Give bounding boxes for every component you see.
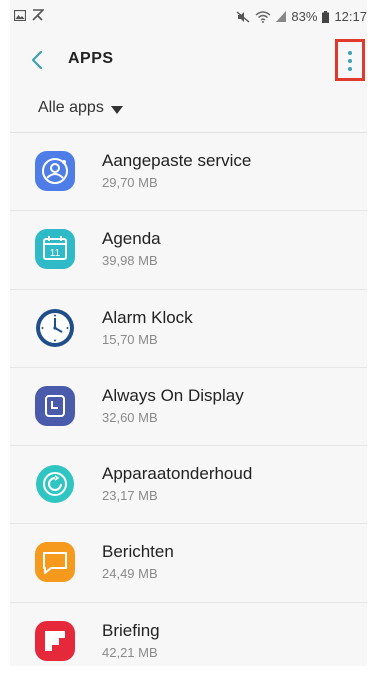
app-size: 23,17 MB bbox=[102, 488, 158, 504]
signal-icon bbox=[276, 11, 287, 22]
more-vert-dot bbox=[348, 59, 352, 63]
app-name: Berichten bbox=[102, 542, 174, 562]
app-size: 29,70 MB bbox=[102, 175, 158, 190]
app-name: Agenda bbox=[102, 229, 161, 249]
always-on-display-icon bbox=[35, 385, 75, 426]
dropdown-arrow-icon bbox=[111, 106, 123, 114]
list-item-aangepaste-service[interactable]: Aangepaste service 29,70 MB bbox=[10, 133, 367, 212]
app-name: Aangepaste service bbox=[102, 151, 252, 170]
custom-service-icon bbox=[35, 151, 75, 191]
wifi-icon bbox=[255, 10, 271, 23]
list-item-alarm-klock[interactable]: Alarm Klock 15,70 MB bbox=[10, 290, 367, 368]
list-item-always-on-display[interactable]: Always On Display 32,60 MB bbox=[10, 368, 367, 447]
more-vert-dot bbox=[348, 67, 352, 71]
app-size: 32,60 MB bbox=[102, 409, 158, 425]
cast-notification-icon bbox=[32, 9, 44, 21]
app-size: 39,98 MB bbox=[102, 253, 158, 269]
app-name: Apparaatonderhoud bbox=[102, 464, 253, 484]
more-options-button[interactable] bbox=[335, 39, 365, 81]
calendar-icon: 11 bbox=[35, 229, 75, 270]
list-item-briefing[interactable]: Briefing 42,21 MB bbox=[10, 603, 367, 680]
app-filter-dropdown[interactable]: Alle apps bbox=[10, 86, 367, 133]
list-item-berichten[interactable]: Berichten 24,49 MB bbox=[10, 524, 367, 603]
app-name: Always On Display bbox=[102, 385, 244, 405]
app-size: 42,21 MB bbox=[102, 644, 158, 660]
briefing-icon bbox=[35, 620, 75, 661]
app-bar: APPS bbox=[10, 34, 367, 86]
clock-icon bbox=[36, 308, 74, 347]
more-vert-icon bbox=[348, 51, 352, 55]
image-notification-icon bbox=[14, 9, 26, 21]
phone-screen: 83% 12:17 APPS Alle apps Aangepaste serv… bbox=[10, 0, 367, 666]
page-title: APPS bbox=[68, 50, 114, 67]
app-name: Briefing bbox=[102, 620, 160, 640]
device-care-icon bbox=[36, 465, 74, 504]
messages-icon bbox=[35, 542, 75, 583]
back-arrow-icon[interactable] bbox=[30, 50, 46, 70]
app-list: Aangepaste service 29,70 MB 11 Agenda 39… bbox=[10, 133, 367, 680]
battery-icon bbox=[322, 10, 330, 23]
calendar-icon-day: 11 bbox=[50, 248, 61, 259]
clock: 12:17 bbox=[334, 9, 367, 24]
list-item-apparaatonderhoud[interactable]: Apparaatonderhoud 23,17 MB bbox=[10, 446, 367, 525]
battery-percentage: 83% bbox=[291, 9, 318, 24]
app-name: Alarm Klock bbox=[102, 307, 193, 327]
filter-label: Alle apps bbox=[38, 99, 104, 116]
app-size: 24,49 MB bbox=[102, 566, 158, 582]
status-bar: 83% 12:17 bbox=[10, 0, 367, 34]
list-item-agenda[interactable]: 11 Agenda 39,98 MB bbox=[10, 211, 367, 290]
mute-icon bbox=[236, 10, 250, 23]
app-size: 15,70 MB bbox=[102, 331, 158, 347]
